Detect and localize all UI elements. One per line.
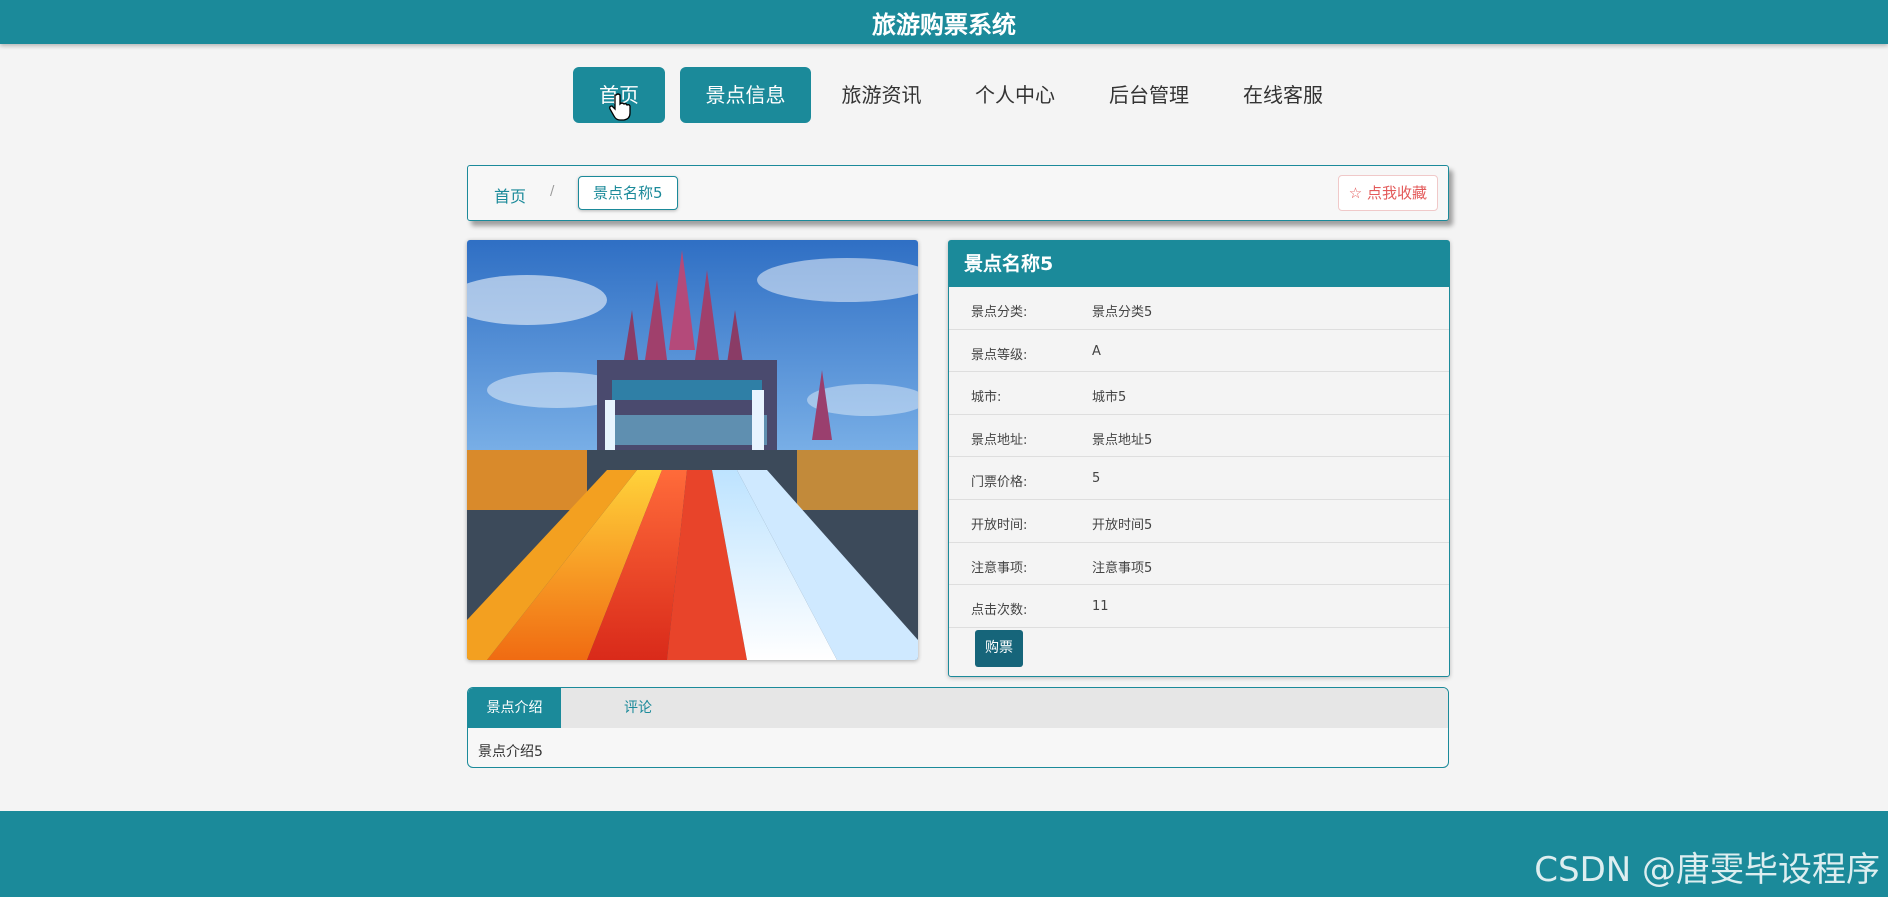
breadcrumb-current[interactable]: 景点名称5 (578, 176, 678, 210)
footer: CSDN @唐雯毕设程序 (0, 811, 1888, 897)
info-row-notes: 注意事项: 注意事项5 (949, 543, 1449, 586)
info-label: 城市: (971, 390, 1002, 406)
buy-ticket-button[interactable]: 购票 (975, 630, 1023, 667)
info-label: 注意事项: (971, 560, 1028, 576)
info-value: 5 (1092, 471, 1101, 487)
tab-header: 景点介绍 评论 (468, 688, 1448, 728)
tab-comments[interactable]: 评论 (598, 688, 678, 728)
info-row-price: 门票价格: 5 (949, 457, 1449, 500)
info-row-level: 景点等级: A (949, 330, 1449, 373)
attraction-info-panel: 景点名称5 景点分类: 景点分类5 景点等级: A 城市: 城市5 景点地址: … (948, 240, 1450, 677)
main-nav: 首页 景点信息 旅游资讯 个人中心 后台管理 在线客服 (0, 67, 1888, 123)
breadcrumb-home[interactable]: 首页 (494, 183, 526, 207)
attraction-name: 景点名称5 (949, 241, 1449, 287)
info-label: 点击次数: (971, 603, 1028, 619)
info-row-clicks: 点击次数: 11 (949, 585, 1449, 628)
watermark-text: CSDN @唐雯毕设程序 (1534, 850, 1880, 890)
nav-admin[interactable]: 后台管理 (1098, 67, 1200, 123)
info-value: 开放时间5 (1092, 517, 1153, 533)
info-label: 开放时间: (971, 517, 1028, 533)
nav-online-service[interactable]: 在线客服 (1232, 67, 1334, 123)
info-row-category: 景点分类: 景点分类5 (949, 287, 1449, 330)
detail-tabs: 景点介绍 评论 景点介绍5 (467, 687, 1449, 768)
breadcrumb: 首页 / 景点名称5 ☆ 点我收藏 (467, 165, 1449, 221)
info-label: 景点分类: (971, 305, 1028, 320)
info-row-address: 景点地址: 景点地址5 (949, 415, 1449, 458)
nav-personal-center[interactable]: 个人中心 (965, 67, 1065, 123)
water-park-image (467, 240, 918, 660)
nav-attractions[interactable]: 景点信息 (680, 67, 811, 123)
app-title-bar: 旅游购票系统 (0, 0, 1888, 44)
app-title: 旅游购票系统 (872, 10, 1016, 39)
info-row-city: 城市: 城市5 (949, 372, 1449, 415)
tab-introduction[interactable]: 景点介绍 (468, 688, 561, 728)
info-value: A (1092, 343, 1101, 359)
attraction-photo (467, 240, 918, 660)
info-label: 景点等级: (971, 347, 1028, 363)
info-value: 景点分类5 (1092, 305, 1153, 320)
info-value: 11 (1092, 599, 1109, 615)
info-value: 城市5 (1092, 390, 1127, 406)
favorite-button[interactable]: ☆ 点我收藏 (1337, 175, 1438, 211)
info-label: 景点地址: (971, 432, 1028, 448)
tab-content: 景点介绍5 (478, 744, 543, 760)
nav-travel-news[interactable]: 旅游资讯 (830, 67, 933, 123)
hand-cursor-icon (609, 93, 631, 121)
info-row-hours: 开放时间: 开放时间5 (949, 500, 1449, 543)
info-value: 景点地址5 (1092, 432, 1153, 448)
info-label: 门票价格: (971, 475, 1028, 491)
info-value: 注意事项5 (1092, 560, 1153, 576)
breadcrumb-separator: / (550, 184, 555, 199)
